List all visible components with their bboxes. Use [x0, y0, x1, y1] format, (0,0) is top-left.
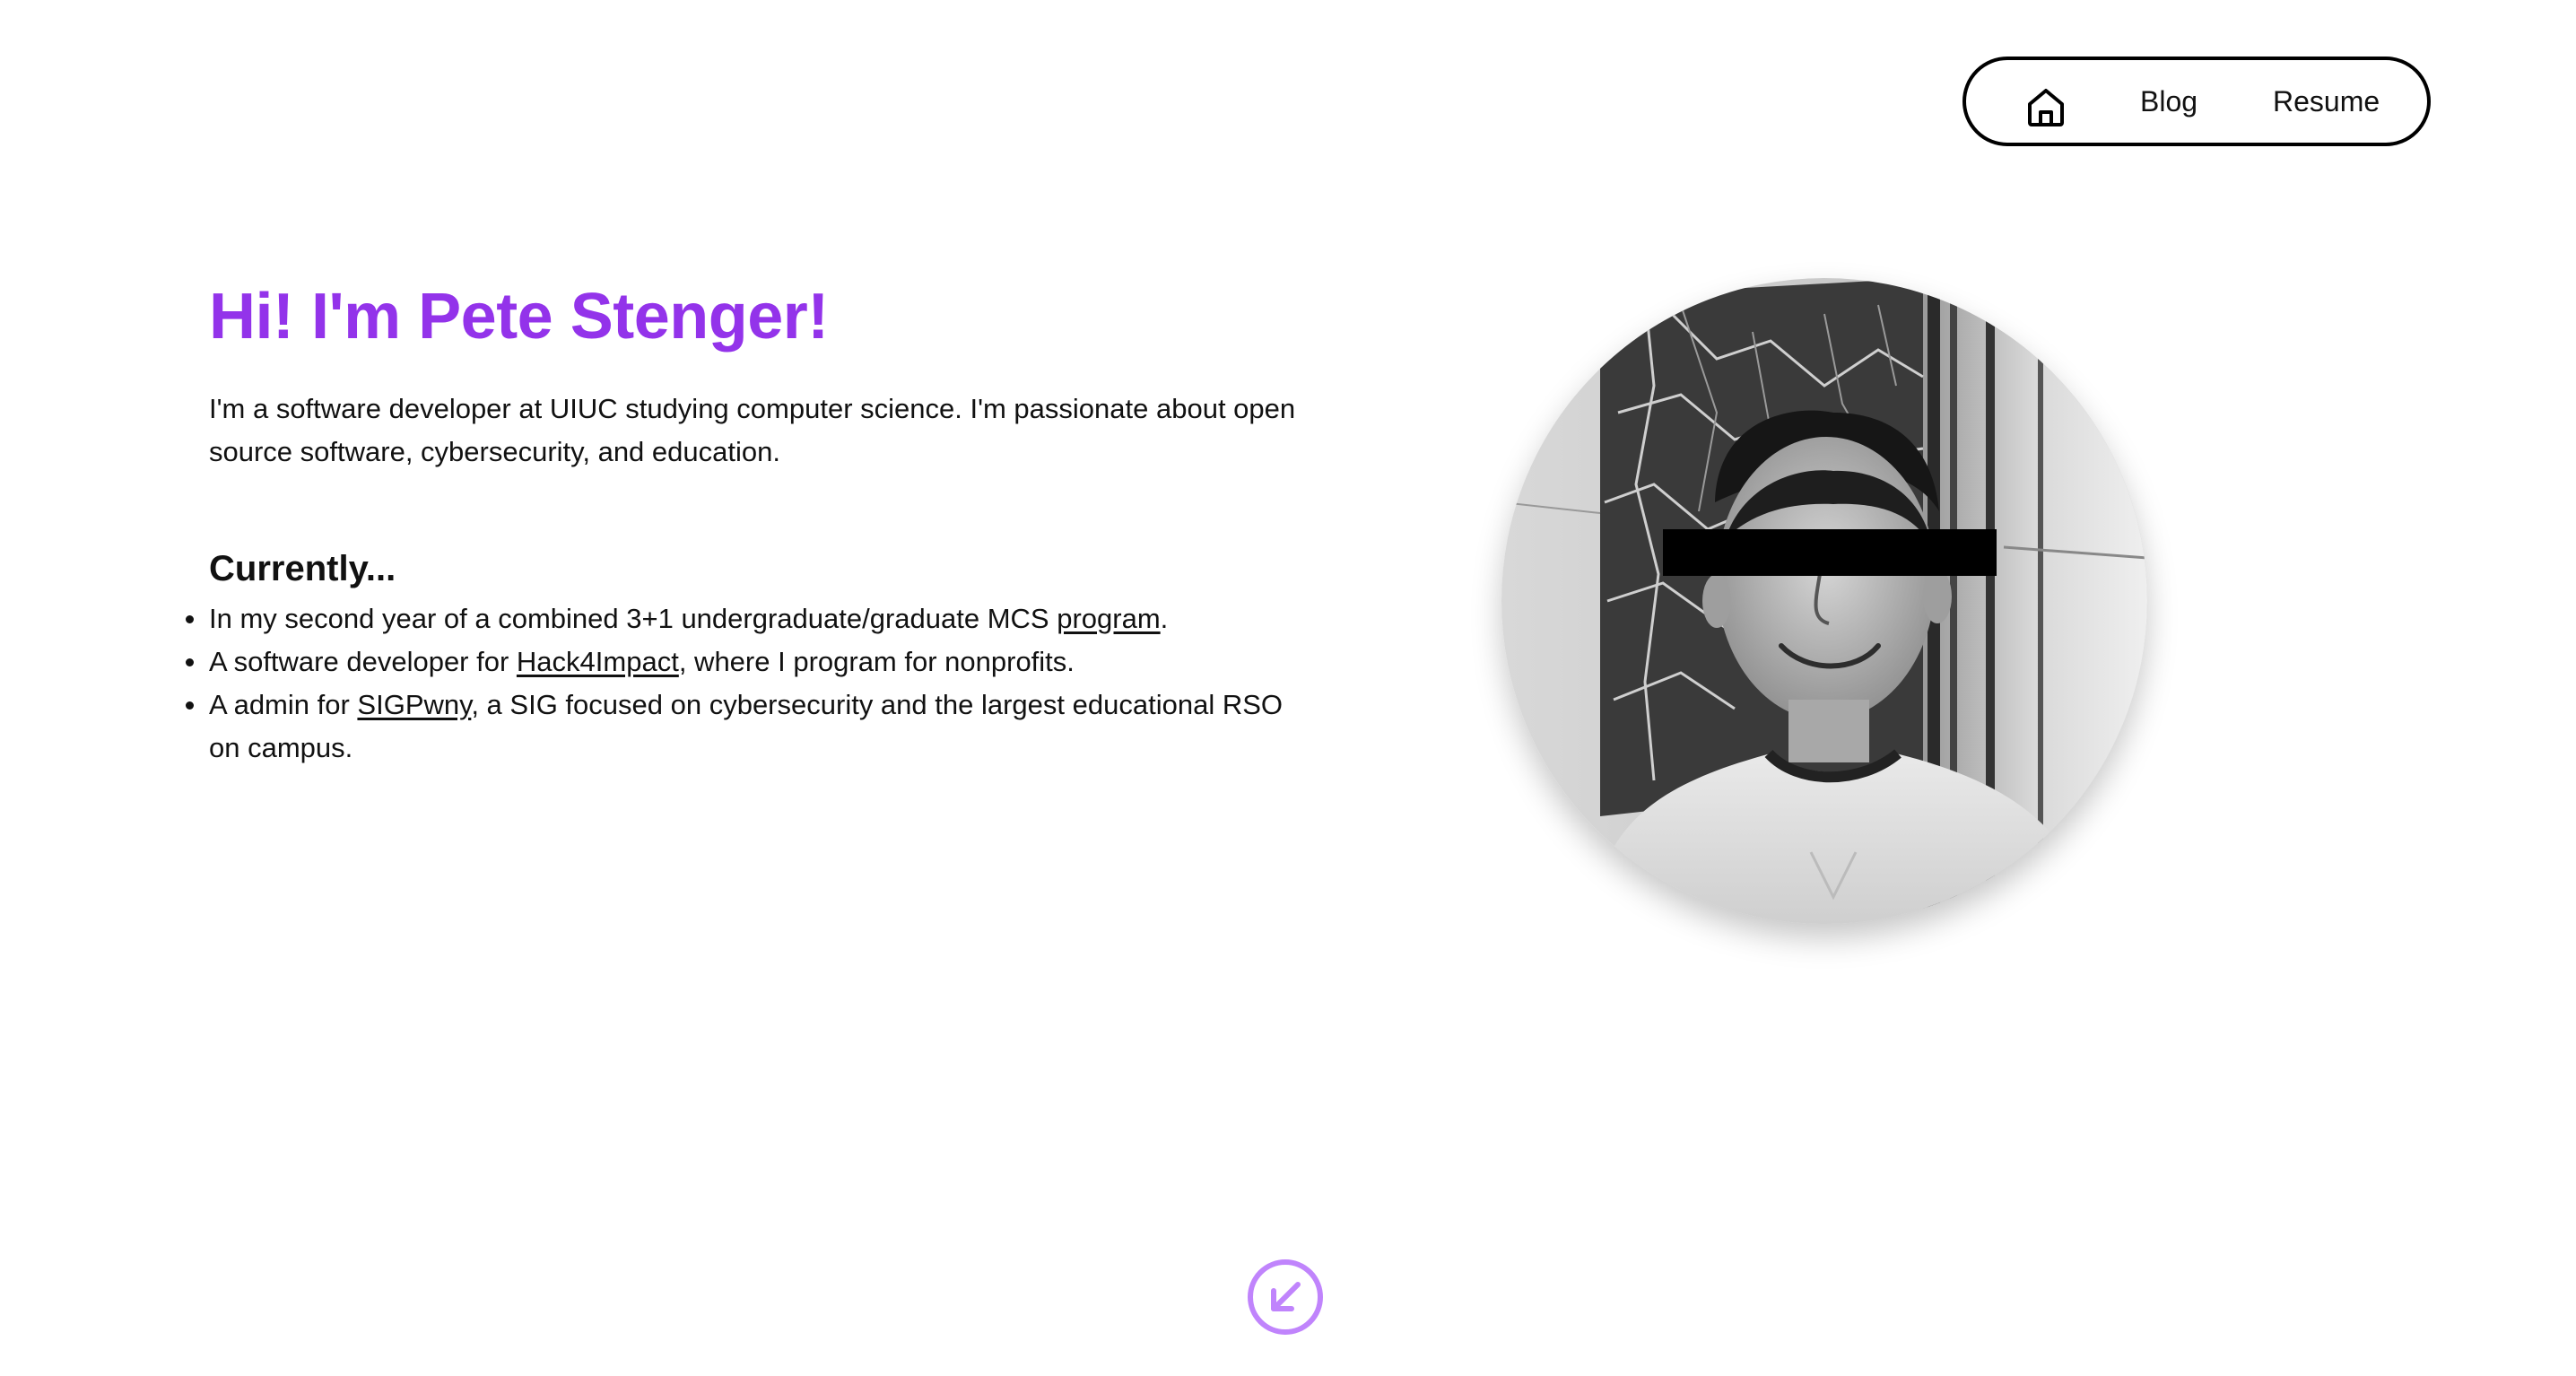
profile-photo: [1501, 278, 2147, 924]
intro-paragraph: I'm a software developer at UIUC studyin…: [209, 393, 1296, 467]
list-item-text: A software developer for: [209, 646, 517, 677]
page-title: Hi! I'm Pete Stenger!: [209, 281, 829, 353]
top-nav: Blog Resume: [1962, 57, 2431, 146]
program-link[interactable]: program: [1057, 603, 1160, 634]
nav-resume-link[interactable]: Resume: [2273, 60, 2380, 143]
list-item: A admin for SIGPwny, a SIG focused on cy…: [186, 684, 1321, 770]
currently-heading: Currently...: [209, 549, 396, 588]
hack4impact-link[interactable]: Hack4Impact: [517, 646, 679, 677]
scroll-down-button[interactable]: [1246, 1258, 1325, 1337]
list-item-text: In my second year of a combined 3+1 unde…: [209, 603, 1057, 634]
list-item-text: A admin for: [209, 689, 358, 720]
currently-list: In my second year of a combined 3+1 unde…: [186, 597, 1321, 770]
arrow-down-left-circle-icon: [1246, 1258, 1325, 1337]
list-item: A software developer for Hack4Impact, wh…: [186, 640, 1321, 684]
list-item: In my second year of a combined 3+1 unde…: [186, 597, 1321, 640]
list-item-text: , where I program for nonprofits.: [678, 646, 1075, 677]
profile-photo-image: [1501, 278, 2147, 924]
nav-blog-link[interactable]: Blog: [2140, 60, 2197, 143]
home-link[interactable]: [2024, 85, 2067, 128]
page: Blog Resume Hi! I'm Pete Stenger! I'm a …: [0, 0, 2576, 1376]
sigpwny-link[interactable]: SIGPwny: [357, 689, 471, 720]
home-icon: [2024, 85, 2067, 128]
list-item-text: .: [1160, 603, 1169, 634]
